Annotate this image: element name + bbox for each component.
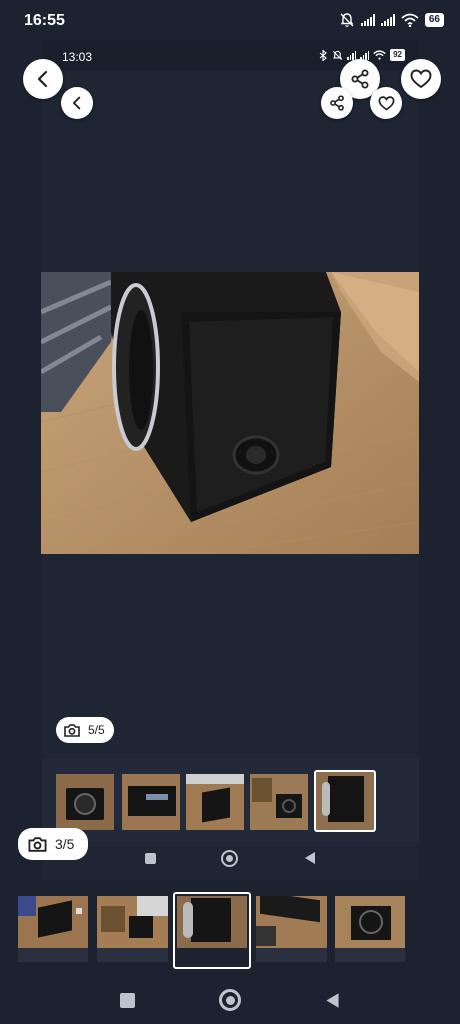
nested-wifi-icon [373,50,386,60]
nested-muted-bell-icon [333,50,343,60]
thumbnail-1[interactable] [18,896,88,948]
nested-thumbnail-5-selected[interactable] [314,770,376,832]
nested-home-button[interactable] [221,849,239,867]
nested-signal-1-icon [347,50,357,60]
thumbnail-4[interactable] [256,896,327,948]
nested-thumbnail-1[interactable] [56,774,114,830]
battery-indicator: 66 [424,13,444,27]
signal-1-icon [360,14,375,26]
nested-back-nav-icon[interactable] [304,851,316,865]
share-icon [351,69,369,89]
status-time: 16:55 [24,12,65,29]
nested-thumbnail-2[interactable] [122,774,180,830]
nested-thumbnail-3[interactable] [186,774,244,830]
back-button[interactable] [23,59,63,99]
wifi-icon [401,13,419,27]
nested-battery-indicator: 92 [390,49,405,61]
nested-back-icon [72,96,81,110]
nested-favorite-button[interactable] [370,87,402,119]
nested-navigation-bar [42,842,419,874]
heart-icon [410,69,432,89]
nested-photo-counter: 5/5 [56,717,114,743]
nested-thumbnail-strip [42,758,419,842]
camera-icon [28,836,47,852]
home-button[interactable] [219,989,241,1011]
thumbnail-2[interactable] [97,896,168,948]
subwoofer-photo-image [41,272,419,554]
signal-2-icon [380,14,395,26]
nested-status-time: 13:03 [62,50,93,64]
nested-heart-icon [378,95,394,111]
thumbnail-5[interactable] [335,896,405,948]
counter-text: 3/5 [55,836,75,852]
navigation-bar [0,976,460,1024]
status-bar: 16:55 66 [0,0,460,40]
nested-back-button[interactable] [61,87,93,119]
thumbnail-strip [0,880,460,976]
favorite-button[interactable] [401,59,441,99]
nested-recents-button[interactable] [144,852,156,864]
thumbnail-3-selected[interactable] [173,892,251,969]
muted-bell-icon [340,13,354,27]
nested-thumbnail-4[interactable] [250,774,308,830]
photo-counter: 3/5 [18,828,88,860]
nested-share-icon [330,95,344,111]
nested-counter-text: 5/5 [88,723,105,737]
product-photo[interactable] [41,272,419,554]
back-icon [37,70,48,88]
status-icons: 66 [339,12,444,28]
back-nav-icon[interactable] [325,992,340,1009]
nested-camera-icon [64,723,80,737]
bluetooth-icon [319,49,327,61]
nested-share-button[interactable] [321,87,353,119]
recents-button[interactable] [120,992,135,1008]
